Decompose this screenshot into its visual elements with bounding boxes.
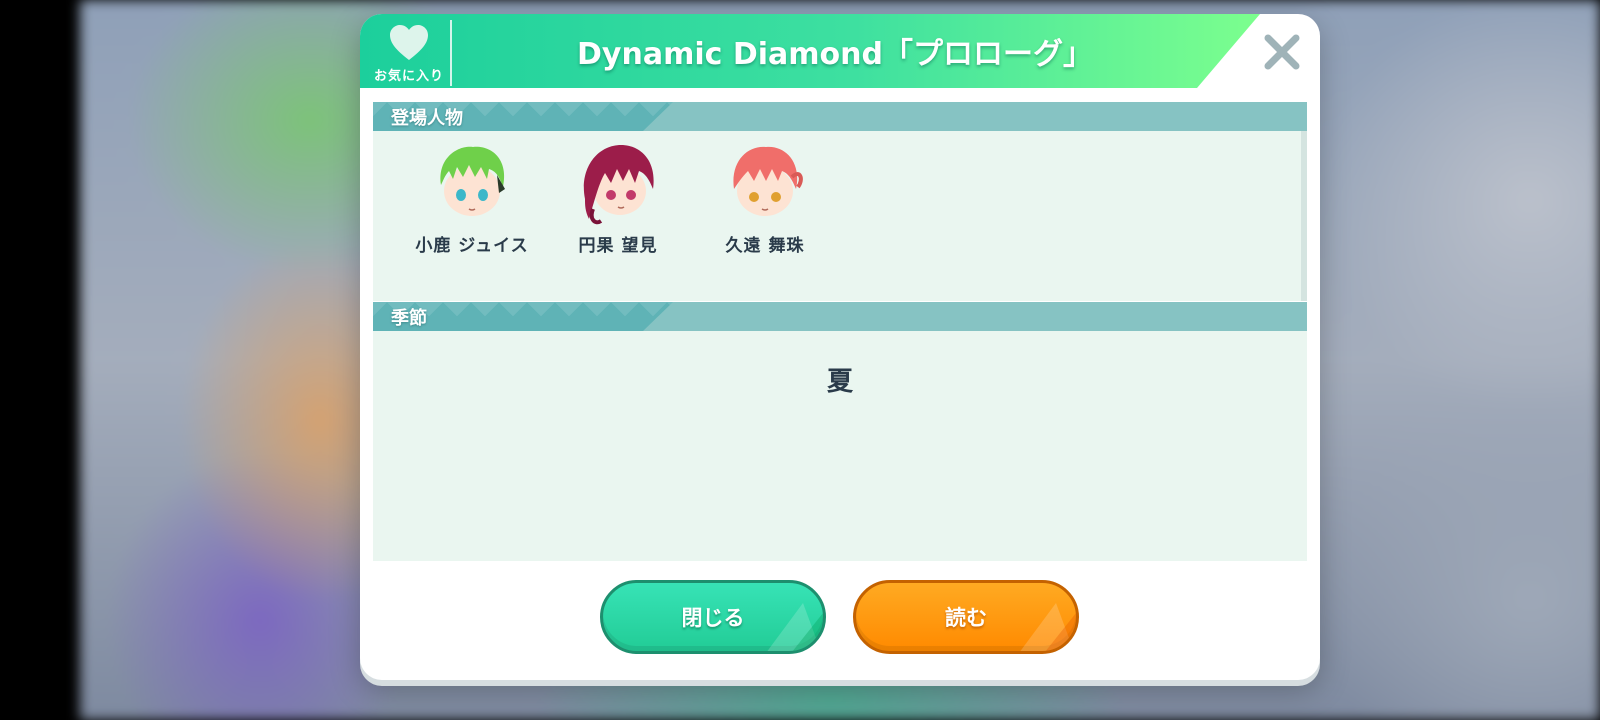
character-avatar bbox=[733, 146, 803, 216]
close-button-label: 閉じる bbox=[681, 606, 745, 630]
read-button[interactable]: 読む bbox=[853, 580, 1079, 654]
heart-icon bbox=[390, 24, 428, 60]
read-button-label: 読む bbox=[945, 606, 987, 630]
dialog-header: お気に入り Dynamic Diamond「プロローグ」 bbox=[360, 14, 1260, 88]
character-item[interactable]: 久遠 舞珠 bbox=[700, 139, 830, 269]
character-item[interactable]: 円果 望見 bbox=[553, 139, 683, 269]
triangle-decoration-icon bbox=[1020, 603, 1076, 651]
characters-section-header: 登場人物 bbox=[373, 102, 1307, 131]
season-value: 夏 bbox=[826, 367, 853, 397]
character-name: 小鹿 ジュイス bbox=[415, 236, 529, 256]
left-letterbox bbox=[0, 0, 80, 720]
triangle-decoration-icon bbox=[767, 603, 823, 651]
story-detail-dialog: お気に入り Dynamic Diamond「プロローグ」 登場人物 小鹿 ジュイ… bbox=[360, 14, 1320, 680]
favorite-button[interactable]: お気に入り bbox=[368, 20, 452, 86]
close-icon[interactable] bbox=[1260, 30, 1304, 74]
dialog-title: Dynamic Diamond「プロローグ」 bbox=[577, 37, 1093, 72]
character-avatar bbox=[583, 145, 654, 225]
character-item[interactable]: 小鹿 ジュイス bbox=[407, 139, 537, 269]
season-panel: 夏 bbox=[373, 331, 1307, 561]
character-name: 久遠 舞珠 bbox=[725, 236, 805, 256]
favorite-label: お気に入り bbox=[373, 68, 444, 84]
season-section-header: 季節 bbox=[373, 302, 1307, 331]
character-name: 円果 望見 bbox=[578, 236, 658, 256]
close-button[interactable]: 閉じる bbox=[600, 580, 826, 654]
season-section-label: 季節 bbox=[391, 308, 427, 329]
characters-section-label: 登場人物 bbox=[391, 108, 463, 129]
characters-panel: 小鹿 ジュイス 円果 望見 久遠 舞珠 bbox=[373, 131, 1307, 301]
character-avatar bbox=[440, 146, 505, 216]
